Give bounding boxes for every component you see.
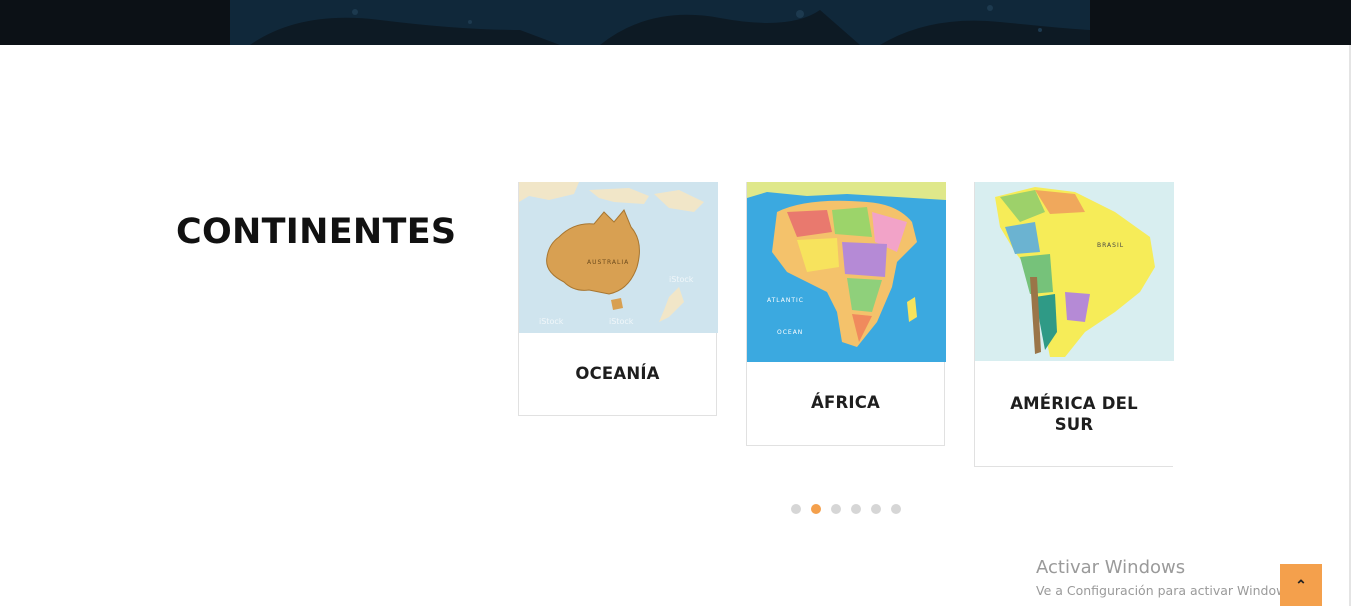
south-america-map-icon: BRASIL [975,182,1174,361]
page: CONTINENTES AUSTRALIA iStock iStock iSto… [0,0,1351,606]
header-banner [0,0,1351,45]
section-title: CONTINENTES [176,212,457,252]
card-label-south-america: AMÉRICA DEL SUR [1010,393,1138,434]
card-oceania[interactable]: AUSTRALIA iStock iStock iStock OCEANÍA [518,182,718,416]
watermark-title: Activar Windows [1036,557,1186,578]
svg-text:ATLANTIC: ATLANTIC [767,297,804,304]
svg-text:BRASIL: BRASIL [1097,242,1124,249]
chevron-up-icon: ⌃ [1295,576,1307,593]
pagination-dot-1[interactable] [791,504,801,514]
svg-text:iStock: iStock [539,317,564,326]
africa-map-icon: ATLANTIC OCEAN [747,182,946,362]
card-label-oceania: OCEANÍA [575,363,660,383]
pagination-dot-6[interactable] [891,504,901,514]
watermark-subtitle: Ve a Configuración para activar Windows. [1036,583,1297,598]
australia-map-icon: AUSTRALIA iStock iStock iStock [519,182,718,333]
world-map-background [0,0,1351,45]
pagination-dot-2[interactable] [811,504,821,514]
svg-text:iStock: iStock [609,317,634,326]
pagination-dot-4[interactable] [851,504,861,514]
card-label-africa: ÁFRICA [811,392,880,412]
carousel-pagination [791,504,901,514]
pagination-dot-3[interactable] [831,504,841,514]
svg-text:OCEAN: OCEAN [777,329,803,336]
windows-activation-watermark: Activar Windows Ve a Configuración para … [1036,557,1297,600]
card-south-america[interactable]: BRASIL AMÉRICA DEL SUR [974,182,1174,467]
continents-carousel[interactable]: AUSTRALIA iStock iStock iStock OCEANÍA A… [518,182,1175,482]
back-to-top-button[interactable]: ⌃ [1280,564,1322,606]
card-africa[interactable]: ATLANTIC OCEAN ÁFRICA [746,182,946,446]
svg-text:iStock: iStock [669,275,694,284]
pagination-dot-5[interactable] [871,504,881,514]
svg-text:AUSTRALIA: AUSTRALIA [587,259,629,266]
